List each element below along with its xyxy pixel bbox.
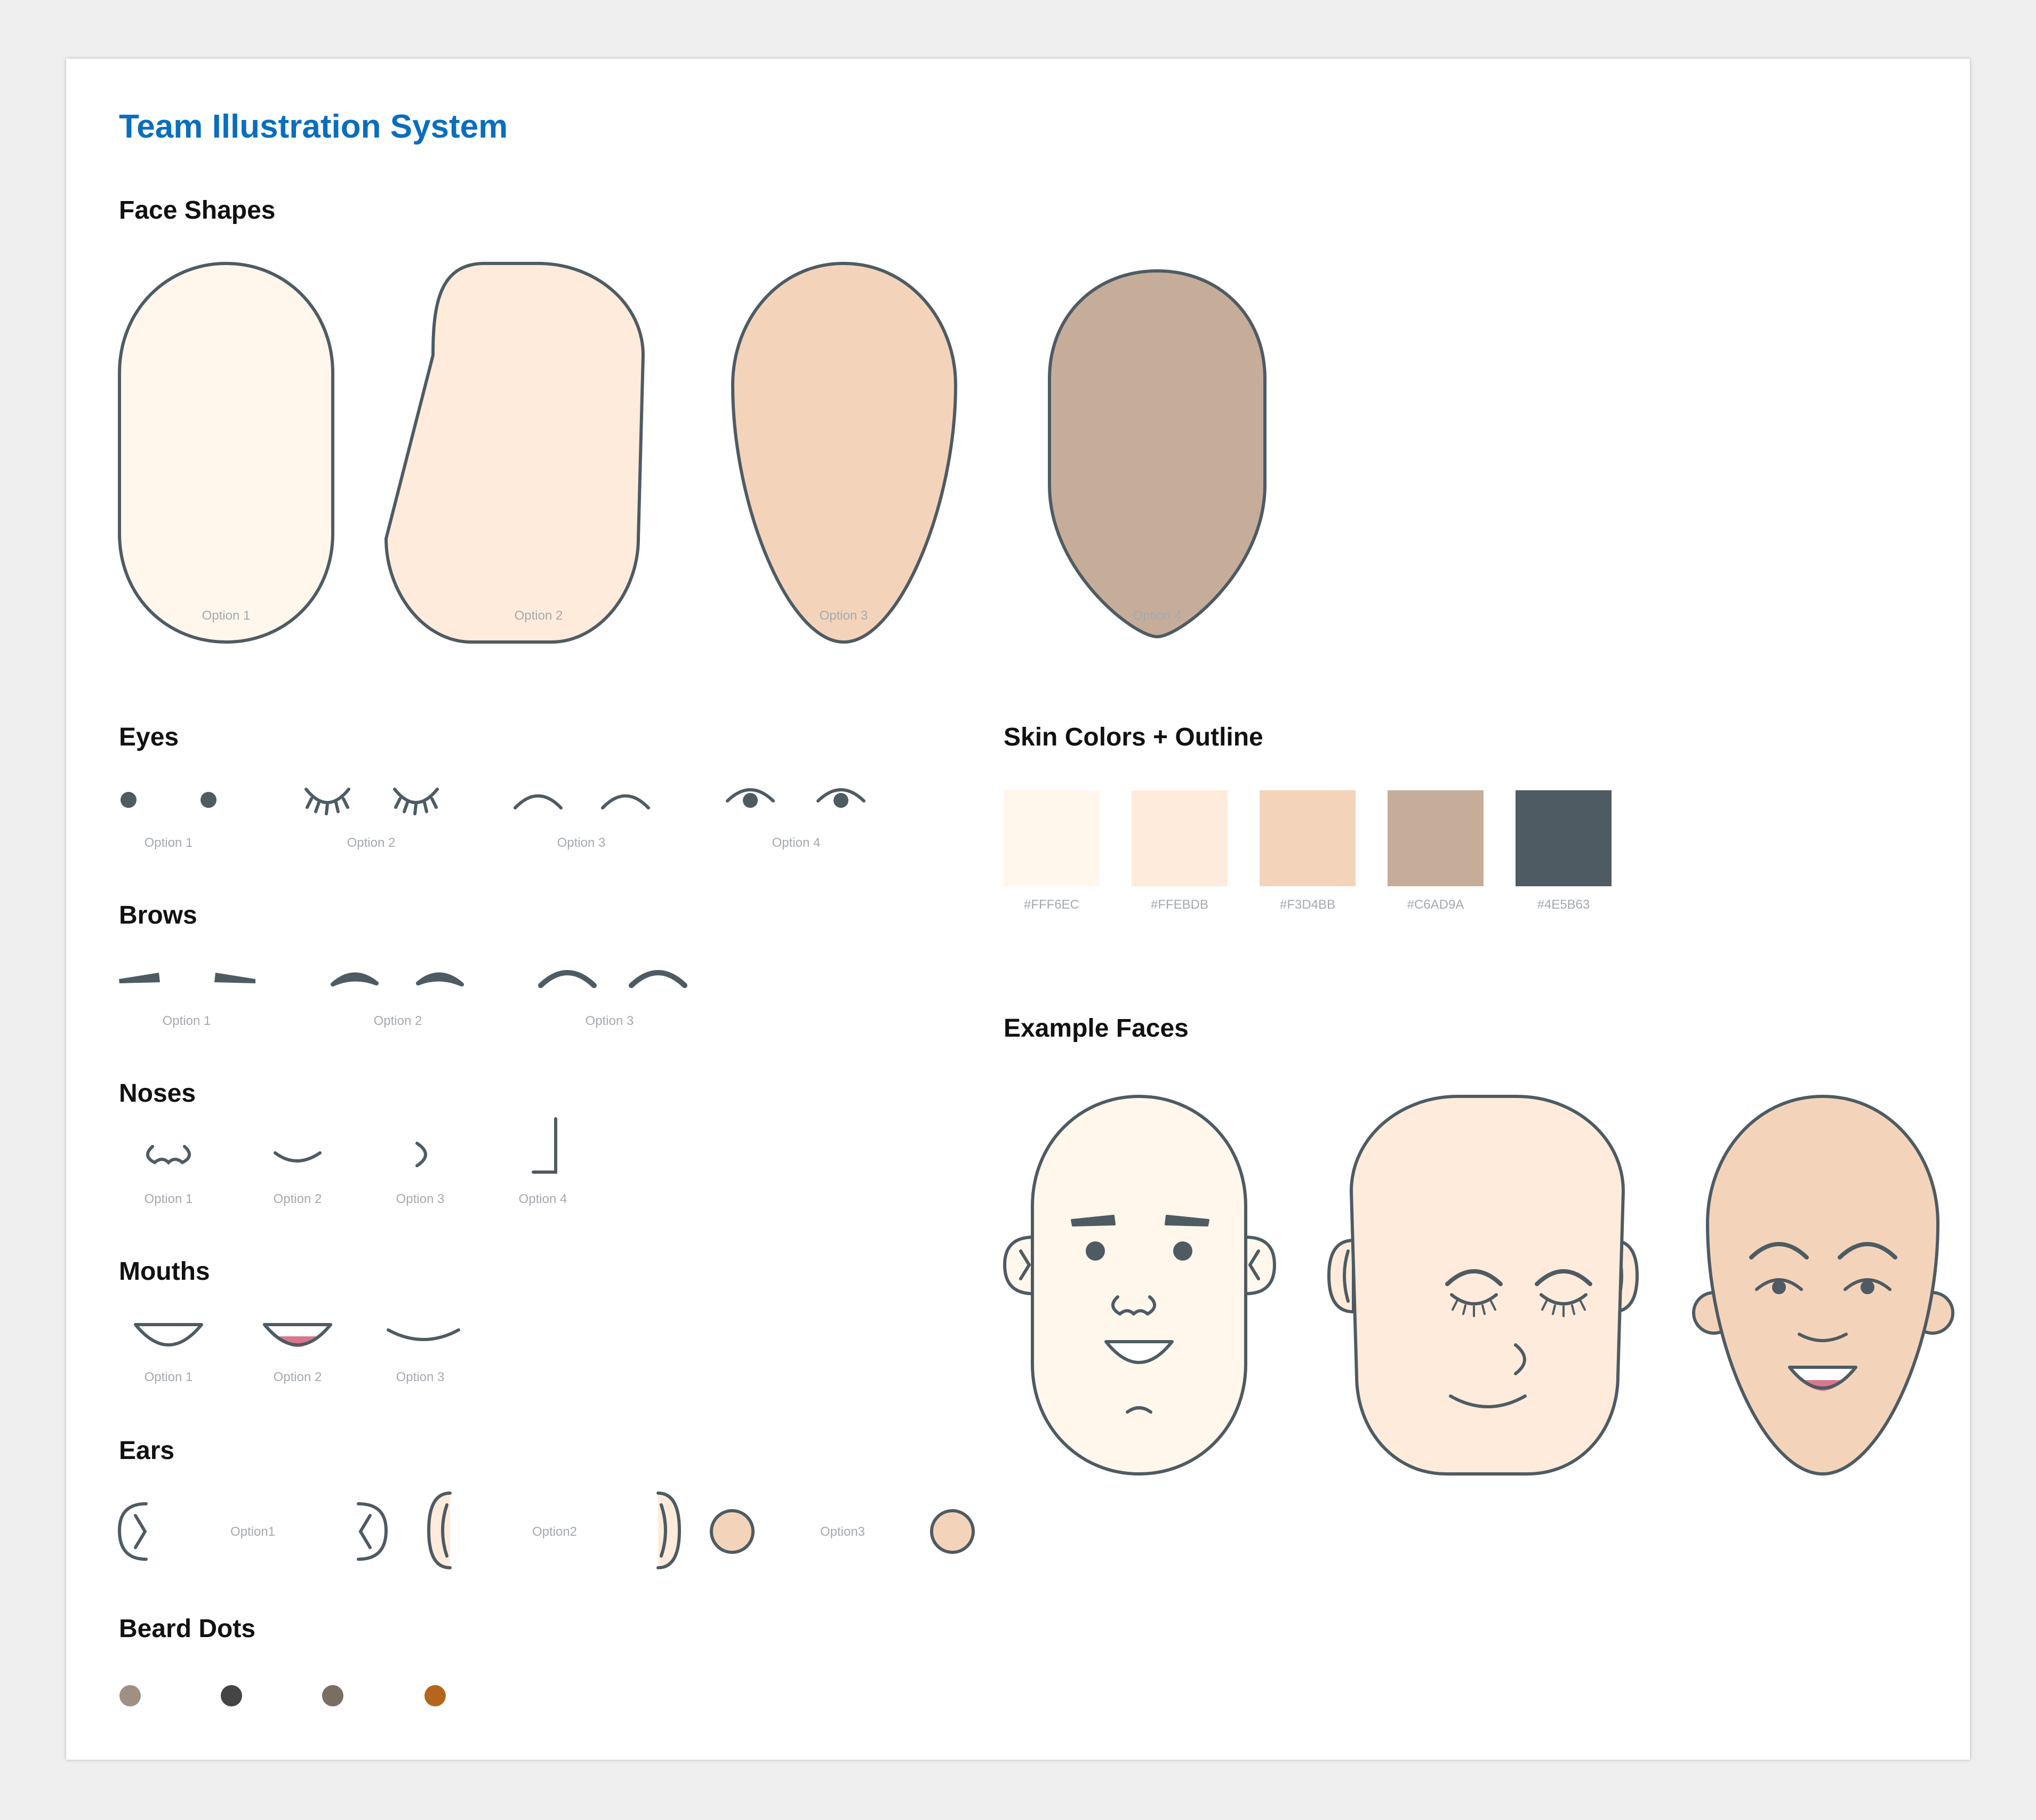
brows-option-3: [538, 970, 687, 988]
eyes-heading: Eyes: [119, 723, 179, 751]
style-guide-card: Team Illustration System Face Shapes Opt…: [66, 59, 1970, 1760]
noses-label-2: Option 2: [274, 1192, 322, 1206]
beard-dot-4: [424, 1685, 446, 1706]
swatch-5: [1516, 790, 1612, 886]
mouth-option-2: [263, 1323, 332, 1347]
beard-dot-3: [322, 1685, 343, 1706]
brows-label-3: Option 3: [586, 1014, 634, 1028]
face-shape-option-1: [118, 261, 334, 644]
illustration-canvas: Team Illustration System Face Shapes Opt…: [117, 108, 1954, 1706]
mouth-option-3: [387, 1328, 460, 1341]
nose-option-2: [274, 1151, 322, 1162]
swatch-2: [1132, 790, 1228, 886]
noses-label-3: Option 3: [396, 1192, 445, 1206]
swatch-3: [1260, 790, 1356, 886]
swatch-hex-2: #FFEBDB: [1151, 897, 1208, 912]
eye-dot-right: [201, 792, 217, 808]
swatch-hex-5: #4E5B63: [1537, 897, 1590, 912]
swatch-1: [1004, 790, 1100, 886]
noses-label-1: Option 1: [145, 1192, 193, 1206]
brows-heading: Brows: [119, 901, 197, 929]
beard-dots-heading: Beard Dots: [119, 1615, 255, 1643]
ears-label-3: Option3: [820, 1525, 865, 1539]
example-face-2: [1327, 1095, 1639, 1476]
mouth-option-1: [134, 1323, 203, 1346]
ears-label-2: Option2: [532, 1525, 577, 1539]
face-shape-option-3: [731, 261, 958, 644]
face-shape-option-4: [1048, 269, 1267, 639]
mouths-label-1: Option 1: [145, 1370, 193, 1384]
swatch-4: [1388, 790, 1484, 886]
nose-option-3: [415, 1142, 427, 1167]
brows-option-1: [119, 973, 255, 983]
example-faces-heading: Example Faces: [1004, 1014, 1189, 1043]
face-shapes-group: [118, 261, 1267, 644]
face-shape-option-2: [384, 262, 645, 644]
face-shape-label-3: Option 3: [820, 608, 868, 623]
nose-option-1: [146, 1145, 191, 1165]
eyes-option-2: [304, 788, 439, 815]
ears-heading: Ears: [119, 1437, 174, 1465]
eyes-label-3: Option 3: [557, 836, 606, 850]
mouths-label-2: Option 2: [274, 1370, 322, 1384]
eyes-label-1: Option 1: [145, 836, 193, 850]
face-shapes-heading: Face Shapes: [119, 196, 275, 225]
eyes-option-4: [726, 788, 865, 808]
eyes-option-1: [121, 792, 217, 808]
noses-heading: Noses: [119, 1079, 196, 1108]
eye-dot-left: [121, 792, 137, 808]
page-title: Team Illustration System: [119, 108, 508, 145]
eyes-option-3: [514, 794, 650, 809]
swatch-hex-4: #C6AD9A: [1407, 897, 1464, 912]
beard-dot-2: [221, 1685, 242, 1706]
example-face-1: [1003, 1095, 1276, 1476]
brows-option-2: [331, 972, 464, 987]
mouths-label-3: Option 3: [396, 1370, 445, 1384]
nose-option-4: [532, 1117, 557, 1174]
face-shape-label-4: Option 4: [1133, 608, 1182, 623]
face-shape-label-1: Option 1: [202, 608, 251, 623]
swatch-hex-3: #F3D4BB: [1280, 897, 1335, 912]
face-shape-label-2: Option 2: [515, 608, 563, 623]
eyes-label-4: Option 4: [772, 836, 821, 850]
example-face-3: [1692, 1095, 1954, 1476]
brows-label-2: Option 2: [374, 1014, 422, 1028]
mouths-heading: Mouths: [119, 1257, 210, 1286]
swatch-hex-1: #FFF6EC: [1024, 897, 1079, 912]
eyes-label-2: Option 2: [347, 836, 396, 850]
beard-dot-1: [119, 1685, 141, 1706]
brows-label-1: Option 1: [163, 1014, 211, 1028]
noses-label-4: Option 4: [519, 1192, 567, 1206]
ears-label-1: Option1: [230, 1525, 275, 1539]
skin-colors-heading: Skin Colors + Outline: [1004, 723, 1263, 751]
